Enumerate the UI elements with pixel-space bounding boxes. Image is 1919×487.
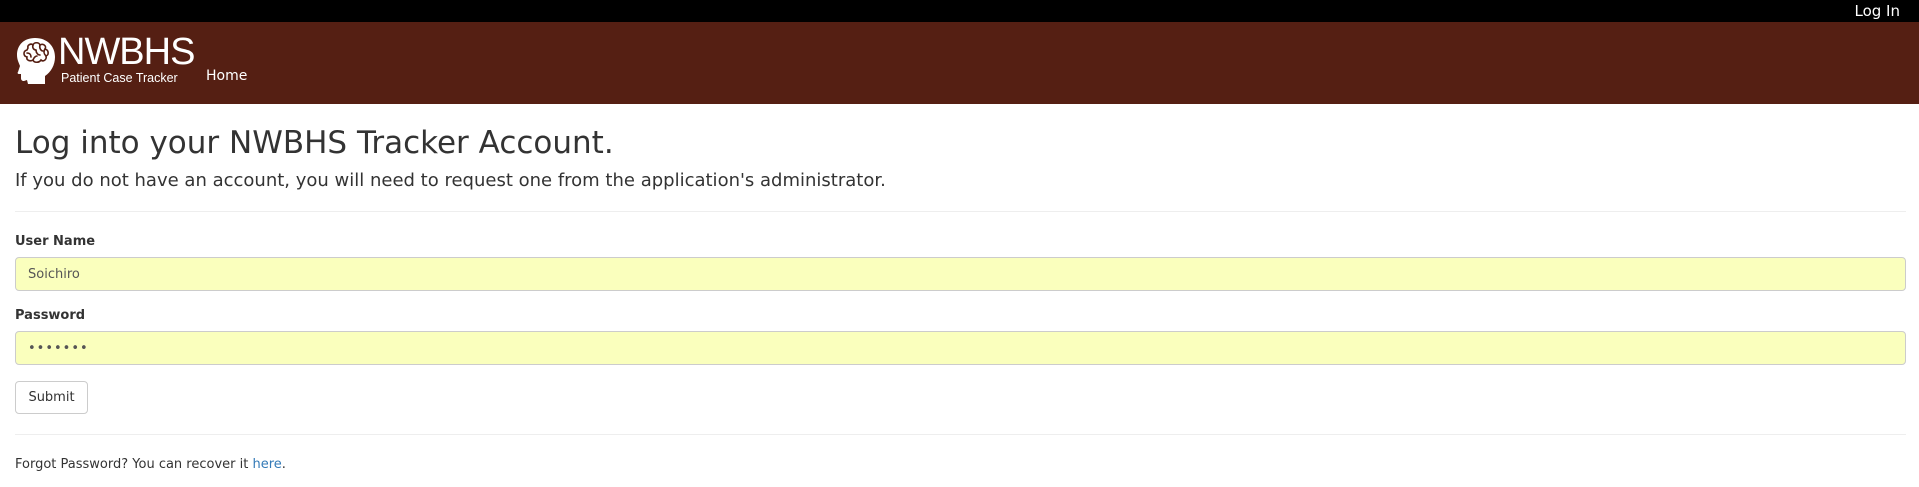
navbar: NWBHS Patient Case Tracker Home	[0, 22, 1919, 104]
brand-subtitle: Patient Case Tracker	[61, 71, 178, 85]
forgot-password-prefix: Forgot Password? You can recover it	[15, 457, 253, 472]
brain-head-icon	[17, 38, 55, 84]
page-title: Log into your NWBHS Tracker Account.	[15, 125, 614, 161]
divider	[15, 211, 1906, 212]
page-subtitle: If you do not have an account, you will …	[15, 170, 886, 191]
divider	[15, 434, 1906, 435]
nav-home-link[interactable]: Home	[206, 68, 247, 84]
brand-title: NWBHS	[58, 31, 195, 73]
forgot-password-text: Forgot Password? You can recover it here…	[15, 457, 286, 473]
login-link[interactable]: Log In	[1855, 3, 1901, 19]
password-input[interactable]	[15, 331, 1906, 365]
password-label: Password	[15, 308, 86, 323]
forgot-password-period: .	[281, 457, 286, 472]
username-label: User Name	[15, 234, 96, 249]
top-bar: Log In	[0, 0, 1919, 22]
submit-button[interactable]: Submit	[15, 381, 88, 414]
username-input[interactable]	[15, 257, 1906, 291]
recover-password-link[interactable]: here	[252, 457, 281, 472]
